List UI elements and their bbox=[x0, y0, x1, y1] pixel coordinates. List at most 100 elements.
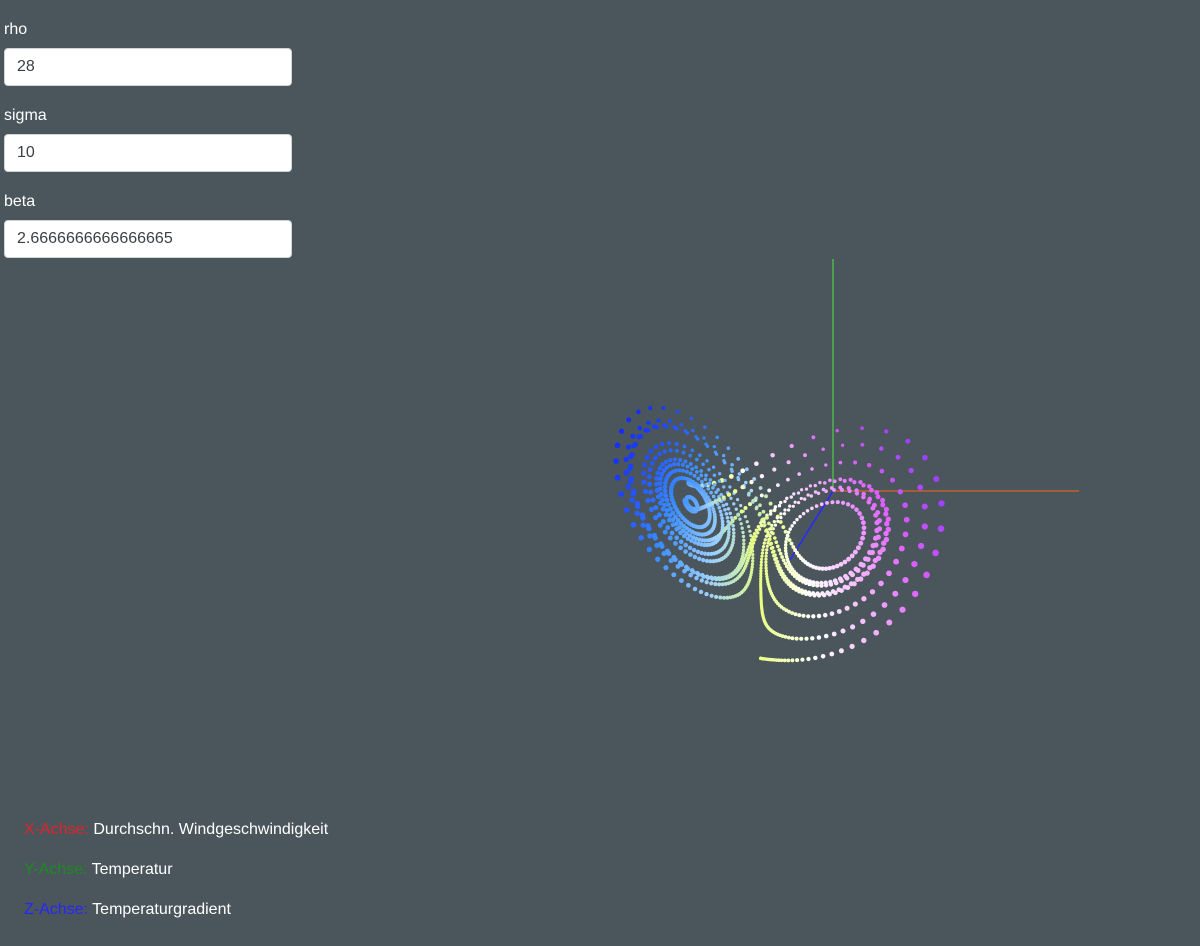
attractor-point bbox=[815, 583, 820, 588]
attractor-point bbox=[668, 558, 674, 564]
attractor-point bbox=[892, 590, 899, 597]
attractor-point bbox=[730, 463, 734, 467]
attractor-point bbox=[642, 488, 649, 494]
attractor-point bbox=[861, 637, 867, 644]
attractor-point bbox=[640, 515, 646, 521]
attractor-point bbox=[694, 469, 699, 474]
attractor-point bbox=[859, 515, 865, 521]
attractor-point bbox=[658, 491, 664, 497]
attractor-point bbox=[677, 468, 682, 473]
attractor-point bbox=[821, 487, 826, 492]
attractor-point bbox=[782, 658, 787, 663]
attractor-point bbox=[811, 614, 816, 619]
attractor-point bbox=[646, 546, 653, 553]
attractor-point bbox=[707, 481, 712, 486]
attractor-point bbox=[691, 428, 695, 433]
attractor-point bbox=[775, 483, 780, 488]
attractor-point bbox=[657, 466, 663, 471]
attractor-point bbox=[739, 522, 743, 526]
attractor-point bbox=[821, 447, 825, 451]
attractor-point bbox=[779, 515, 783, 520]
rho-input[interactable] bbox=[4, 48, 292, 86]
attractor-point bbox=[786, 477, 790, 482]
attractor-point bbox=[656, 512, 662, 518]
attractor-point bbox=[634, 510, 640, 517]
attractor-point bbox=[785, 533, 790, 538]
attractor-point bbox=[876, 517, 882, 524]
attractor-point bbox=[737, 472, 742, 476]
attractor-point bbox=[765, 548, 769, 552]
attractor-point bbox=[790, 658, 795, 663]
attractor-point bbox=[801, 511, 806, 516]
attractor-point bbox=[671, 572, 677, 578]
attractor-point bbox=[736, 475, 740, 480]
attractor-point bbox=[625, 483, 632, 490]
attractor-point bbox=[880, 497, 886, 503]
attractor-point bbox=[623, 456, 629, 463]
attractor-point bbox=[810, 467, 814, 471]
attractor-point bbox=[752, 537, 757, 542]
attractor-point bbox=[810, 636, 815, 641]
attractor-point bbox=[648, 448, 654, 454]
attractor-point bbox=[672, 457, 678, 462]
attractor-point bbox=[618, 491, 625, 498]
attractor-point bbox=[938, 500, 945, 507]
attractor-point bbox=[852, 480, 857, 485]
attractor-point bbox=[728, 511, 732, 516]
attractor-point bbox=[905, 438, 911, 444]
attractor-point bbox=[878, 580, 884, 587]
sigma-input[interactable] bbox=[4, 134, 292, 172]
attractor-point bbox=[701, 574, 706, 579]
attractor-point bbox=[823, 481, 827, 485]
attractor-point bbox=[861, 530, 867, 536]
attractor-point bbox=[816, 491, 821, 496]
attractor-point bbox=[694, 465, 698, 470]
attractor-point bbox=[922, 454, 928, 461]
attractor-point bbox=[831, 565, 836, 570]
attractor-point bbox=[726, 446, 731, 451]
attractor-point bbox=[703, 483, 708, 488]
attractor-point bbox=[761, 548, 765, 552]
attractor-point bbox=[699, 578, 704, 583]
attractor-point bbox=[768, 501, 773, 506]
y-axis-label: Y-Achse: bbox=[24, 861, 88, 878]
attractor-point bbox=[685, 464, 690, 469]
attractor-point bbox=[726, 523, 731, 527]
attractor-point bbox=[726, 519, 730, 524]
attractor-point bbox=[813, 655, 818, 661]
attractor-point bbox=[700, 479, 704, 484]
beta-input[interactable] bbox=[4, 220, 292, 258]
attractor-point bbox=[783, 543, 788, 547]
attractor-point bbox=[902, 577, 909, 584]
attractor-point bbox=[763, 523, 767, 527]
attractor-point bbox=[848, 477, 853, 482]
attractor-point bbox=[838, 485, 843, 490]
attractor-point bbox=[729, 467, 734, 472]
attractor-point bbox=[643, 427, 649, 433]
attractor-point bbox=[797, 472, 801, 476]
attractor-point bbox=[729, 496, 733, 501]
z-axis-description: Temperaturgradient bbox=[92, 901, 231, 918]
attractor-point bbox=[828, 582, 834, 587]
attractor-point bbox=[637, 425, 643, 431]
attractor-point bbox=[647, 467, 653, 473]
attractor-point bbox=[661, 406, 666, 410]
attractor-point bbox=[625, 444, 632, 450]
attractor-point bbox=[841, 500, 846, 505]
attractor-point bbox=[764, 554, 768, 558]
attractor-point bbox=[789, 443, 794, 449]
attractor-point bbox=[646, 525, 652, 532]
attractor-point bbox=[761, 509, 766, 514]
attractor-point bbox=[696, 476, 701, 481]
attractor-point bbox=[795, 517, 799, 522]
attractor-point bbox=[758, 503, 762, 508]
attractor-point bbox=[786, 635, 791, 640]
attractor-point bbox=[683, 549, 688, 554]
attractor-point bbox=[642, 462, 648, 468]
attractor-point bbox=[742, 545, 746, 549]
axis-legend: X-Achse: Durchschn. Windgeschwindigkeit … bbox=[24, 820, 328, 940]
attractor-point bbox=[860, 426, 864, 431]
attractor-point bbox=[688, 462, 693, 466]
attractor-point bbox=[664, 497, 670, 503]
attractor-point bbox=[731, 524, 735, 528]
